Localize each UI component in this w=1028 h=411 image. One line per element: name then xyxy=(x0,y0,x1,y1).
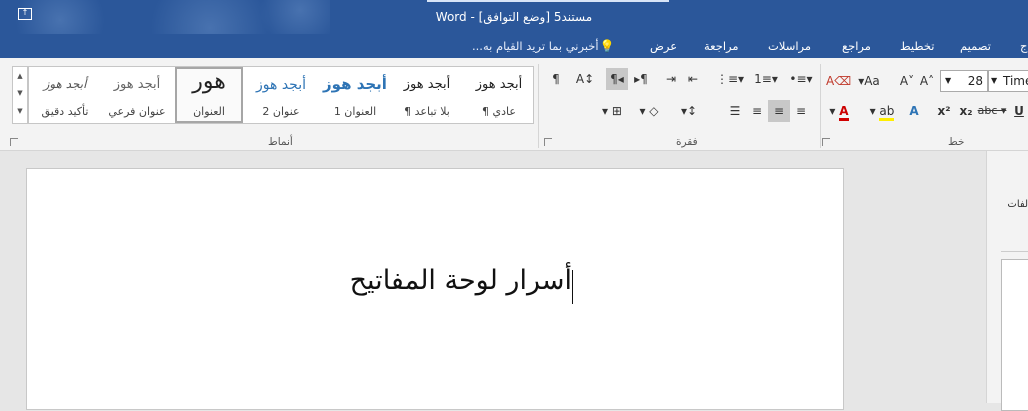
ribbon-home: ▲ ▼ ▼ أبجد هوز ¶ عادي أبجد هوز ¶ بلا تبا… xyxy=(0,58,1028,151)
lightbulb-icon: 💡 xyxy=(599,39,615,53)
chevron-down-icon: ▼ xyxy=(991,76,998,85)
style-name: عنوان 2 xyxy=(262,105,300,118)
rtl-direction-icon[interactable]: ¶◂ xyxy=(606,68,628,90)
tab-view[interactable]: عرض xyxy=(650,39,677,53)
tab-mailings[interactable]: مراسلات xyxy=(768,39,811,53)
style-title[interactable]: هور العنوان xyxy=(175,67,243,123)
style-sample: أبجد هوز xyxy=(256,77,306,93)
group-label-styles: أنماط xyxy=(268,136,293,148)
underline-icon[interactable]: U xyxy=(1010,100,1028,122)
style-name: ¶ بلا تباعد xyxy=(404,105,450,118)
style-name: عنوان فرعي xyxy=(108,105,166,118)
styles-gallery: أبجد هوز ¶ عادي أبجد هوز ¶ بلا تباعد أبج… xyxy=(28,66,534,124)
font-name-select[interactable]: ▼ Time xyxy=(988,70,1028,92)
superscript-icon[interactable]: x² xyxy=(934,100,954,122)
style-name: العنوان 1 xyxy=(333,105,377,118)
document-text[interactable]: أسرار لوحة المفاتيح xyxy=(27,265,572,296)
align-right-icon[interactable]: ≡ xyxy=(790,100,812,122)
shading-icon[interactable]: ▾ ◇ xyxy=(632,100,666,122)
grow-font-icon[interactable]: A˄ xyxy=(918,70,936,92)
align-left-icon[interactable]: ≡ xyxy=(746,100,768,122)
highlight-color-icon[interactable]: ▾ ab xyxy=(862,100,902,122)
group-label-font: خط xyxy=(948,136,965,148)
font-name-value: Time xyxy=(1003,74,1028,88)
font-color-swatch: A xyxy=(839,104,849,121)
chevron-down-icon: ▼ xyxy=(945,76,952,85)
ribbon-tabs: ج تصميم تخطيط مراجع مراسلات مراجعة عرض أ… xyxy=(0,34,1028,58)
font-launcher-icon[interactable] xyxy=(822,138,830,146)
sort-icon[interactable]: A↕ xyxy=(574,68,596,90)
style-sample: أبجد هوز xyxy=(403,77,451,92)
tab-home[interactable]: ج xyxy=(1020,39,1027,53)
style-normal[interactable]: أبجد هوز ¶ عادي xyxy=(465,67,533,123)
font-size-value: 28 xyxy=(967,74,983,88)
tell-me-text: أخبرني بما تريد القيام به... xyxy=(472,39,599,53)
style-heading-2[interactable]: أبجد هوز عنوان 2 xyxy=(247,67,315,123)
scroll-down-icon[interactable]: ▼ xyxy=(13,89,27,97)
subscript-icon[interactable]: x₂ xyxy=(956,100,976,122)
tab-design[interactable]: تصميم xyxy=(960,39,991,53)
side-pane-content[interactable] xyxy=(1001,259,1028,411)
font-color-icon[interactable]: ▾ A xyxy=(822,100,856,122)
document-area: أسرار لوحة المفاتيح xyxy=(0,151,986,410)
window-title: مستند5 [وضع التوافق] - Word xyxy=(435,10,593,24)
ltr-direction-icon[interactable]: ▸¶ xyxy=(630,68,652,90)
group-separator xyxy=(538,64,539,148)
style-sample: أبجد هوز xyxy=(43,77,87,91)
side-pane-divider xyxy=(1001,251,1028,252)
bullets-icon[interactable]: •≡▾ xyxy=(784,68,818,90)
style-sample: أبجد هوز xyxy=(475,77,523,92)
clear-formatting-icon[interactable]: A⌫ xyxy=(826,70,851,92)
borders-icon[interactable]: ▾ ⊞ xyxy=(594,100,630,122)
scroll-up-icon[interactable]: ▲ xyxy=(13,72,27,80)
change-case-icon[interactable]: ▾Aa xyxy=(854,70,884,92)
gallery-more-icon[interactable]: ▼ xyxy=(13,107,27,115)
font-size-select[interactable]: ▼ 28 xyxy=(940,70,988,92)
style-subtle-emphasis[interactable]: أبجد هوز تأكيد دقيق xyxy=(31,67,99,123)
group-separator xyxy=(820,64,821,148)
title-accent xyxy=(427,0,669,2)
line-spacing-icon[interactable]: ▾↕ xyxy=(676,100,702,122)
style-sample: أبجد هوز xyxy=(113,77,161,92)
strikethrough-icon[interactable]: abc ▾ xyxy=(976,100,1008,122)
style-name: تأكيد دقيق xyxy=(41,105,89,118)
styles-gallery-scroll[interactable]: ▲ ▼ ▼ xyxy=(12,66,28,124)
show-formatting-icon[interactable]: ¶ xyxy=(546,68,566,90)
side-pane-label: لفات xyxy=(1007,199,1028,210)
side-pane: لفات xyxy=(986,151,1028,411)
title-bar: ↑ مستند5 [وضع التوافق] - Word xyxy=(0,0,1028,58)
tab-layout[interactable]: تخطيط xyxy=(900,39,934,53)
style-name: العنوان xyxy=(193,105,225,118)
styles-launcher-icon[interactable] xyxy=(10,138,18,146)
increase-indent-icon[interactable]: ⇥ xyxy=(660,68,682,90)
style-sample: هور xyxy=(192,69,226,94)
tab-review[interactable]: مراجعة xyxy=(704,39,739,53)
style-subtitle[interactable]: أبجد هوز عنوان فرعي xyxy=(103,67,171,123)
text-cursor xyxy=(572,270,573,304)
highlight-swatch: ab xyxy=(879,104,895,121)
decrease-indent-icon[interactable]: ⇤ xyxy=(682,68,704,90)
justify-icon[interactable]: ☰ xyxy=(724,100,746,122)
style-sample: أبجد هوز xyxy=(323,75,387,93)
style-heading-1[interactable]: أبجد هوز العنوان 1 xyxy=(321,67,389,123)
tell-me-search[interactable]: أخبرني بما تريد القيام به... 💡 xyxy=(472,39,615,53)
document-page[interactable]: أسرار لوحة المفاتيح xyxy=(26,168,844,410)
align-center-icon[interactable]: ≡ xyxy=(768,100,790,122)
style-name: ¶ عادي xyxy=(482,105,516,118)
multilevel-list-icon[interactable]: ⋮≡▾ xyxy=(712,68,748,90)
numbering-icon[interactable]: 1≡▾ xyxy=(748,68,784,90)
group-label-paragraph: فقرة xyxy=(676,136,698,148)
style-no-spacing[interactable]: أبجد هوز ¶ بلا تباعد xyxy=(393,67,461,123)
tab-references[interactable]: مراجع xyxy=(842,39,871,53)
shrink-font-icon[interactable]: A˅ xyxy=(898,70,916,92)
paragraph-launcher-icon[interactable] xyxy=(544,138,552,146)
text-effects-icon[interactable]: A xyxy=(904,100,924,122)
